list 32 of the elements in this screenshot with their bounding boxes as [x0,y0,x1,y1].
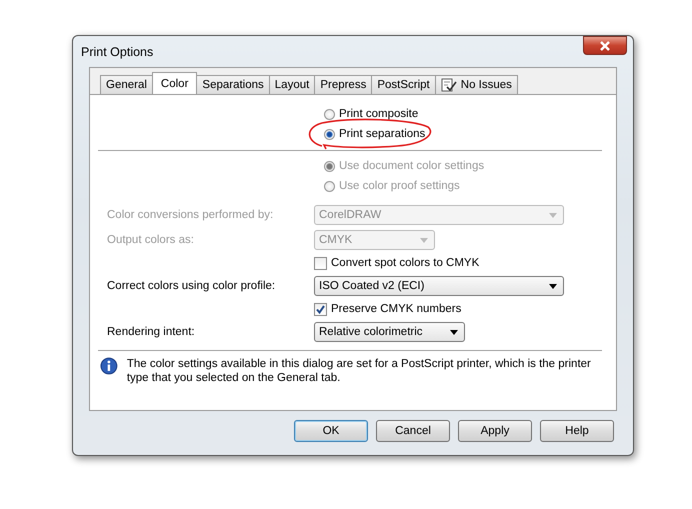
tab[interactable]: Separations [196,75,270,94]
info-icon [100,357,118,375]
field-label: Rendering intent: [106,326,195,338]
dropdown[interactable]: ISO Coated v2 (ECI) [314,276,564,296]
checklist-icon [440,78,457,92]
tab[interactable]: Color [152,72,198,94]
field-label: Correct colors using color profile: [106,280,276,292]
dropdown[interactable]: Relative colorimetric [314,322,465,342]
tab[interactable]: Prepress [314,75,372,94]
dialog-button[interactable]: Cancel [376,420,450,442]
tab[interactable]: Layout [268,75,316,94]
close-button[interactable] [583,36,627,55]
caret-icon [549,212,557,218]
field-label: Color conversions performed by: [106,209,274,221]
dialog-button[interactable]: OK [294,420,368,442]
checkbox-option[interactable]: Preserve CMYK numbers [314,301,462,317]
dialog-button[interactable]: Help [540,420,614,442]
caret-icon [450,330,458,334]
dialog-button[interactable]: Apply [458,420,532,442]
radio-option[interactable]: Print composite [324,107,418,121]
caret-icon [549,284,557,288]
radio-option[interactable]: Print separations [324,127,426,141]
checkbox-option[interactable]: Convert spot colors to CMYK [314,255,480,271]
window-title: Print Options [80,44,154,58]
info-text: The color settings available in this dialog are set for a PostScript printer, which is the printer type that you selected on the General tab. [126,357,592,385]
check-icon [315,304,326,314]
tab[interactable]: PostScript [371,75,436,94]
tab[interactable]: No Issues [434,75,518,94]
close-icon [599,40,611,50]
caret-icon [420,238,428,242]
tab[interactable]: General [100,75,153,94]
field-label: Output colors as: [106,234,194,246]
